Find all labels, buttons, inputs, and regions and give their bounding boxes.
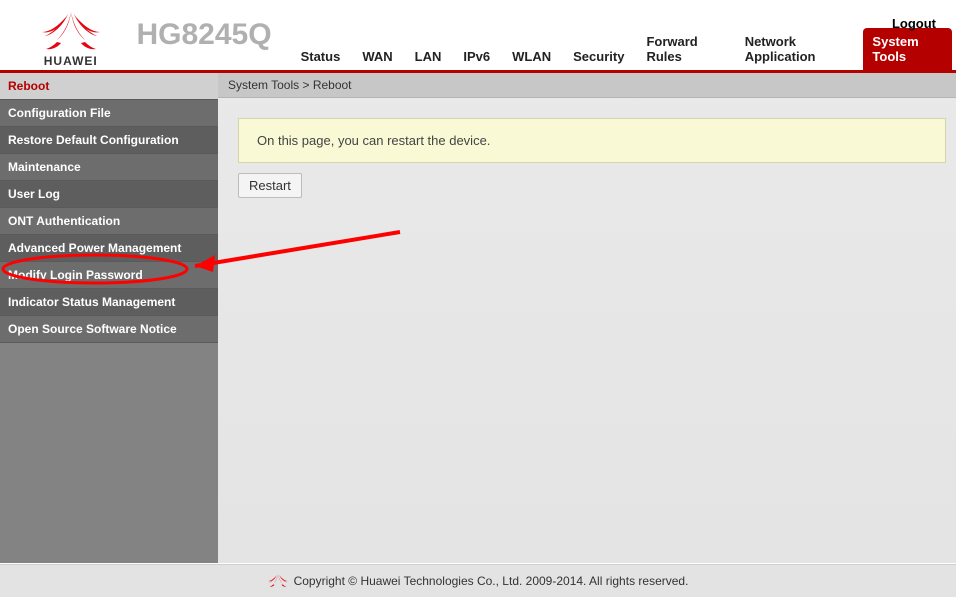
sidebar-item-oss-notice[interactable]: Open Source Software Notice bbox=[0, 316, 218, 343]
sidebar-item-restore-default[interactable]: Restore Default Configuration bbox=[0, 127, 218, 154]
tab-wlan[interactable]: WLAN bbox=[503, 43, 560, 70]
sidebar-item-indicator-status[interactable]: Indicator Status Management bbox=[0, 289, 218, 316]
model-name: HG8245Q bbox=[137, 18, 272, 52]
tab-forward-rules[interactable]: Forward Rules bbox=[637, 28, 731, 70]
brand-logo: HUAWEI bbox=[0, 12, 132, 70]
header: HUAWEI HG8245Q Status WAN LAN IPv6 WLAN … bbox=[0, 0, 956, 73]
logout-link[interactable]: Logout bbox=[892, 16, 936, 31]
sidebar-item-adv-power[interactable]: Advanced Power Management bbox=[0, 235, 218, 262]
footer-text: Copyright © Huawei Technologies Co., Ltd… bbox=[294, 574, 689, 588]
restart-button[interactable]: Restart bbox=[238, 173, 302, 198]
sidebar: Reboot Configuration File Restore Defaul… bbox=[0, 73, 218, 563]
sidebar-fill bbox=[0, 343, 218, 563]
tab-wan[interactable]: WAN bbox=[353, 43, 401, 70]
sidebar-item-reboot[interactable]: Reboot bbox=[0, 73, 218, 100]
info-panel-text: On this page, you can restart the device… bbox=[257, 133, 490, 148]
huawei-icon bbox=[42, 12, 100, 52]
tab-system-tools[interactable]: System Tools bbox=[863, 28, 952, 70]
tab-ipv6[interactable]: IPv6 bbox=[454, 43, 499, 70]
sidebar-item-ont-auth[interactable]: ONT Authentication bbox=[0, 208, 218, 235]
sidebar-item-modify-password[interactable]: Modify Login Password bbox=[0, 262, 218, 289]
sidebar-item-maintenance[interactable]: Maintenance bbox=[0, 154, 218, 181]
breadcrumb: System Tools > Reboot bbox=[218, 73, 956, 98]
tab-security[interactable]: Security bbox=[564, 43, 633, 70]
tab-status[interactable]: Status bbox=[292, 43, 350, 70]
huawei-icon bbox=[268, 573, 288, 589]
footer: Copyright © Huawei Technologies Co., Ltd… bbox=[0, 564, 956, 597]
tab-lan[interactable]: LAN bbox=[406, 43, 451, 70]
sidebar-item-configuration-file[interactable]: Configuration File bbox=[0, 100, 218, 127]
tab-network-application[interactable]: Network Application bbox=[736, 28, 860, 70]
content-area: System Tools > Reboot On this page, you … bbox=[218, 73, 956, 563]
top-nav: Status WAN LAN IPv6 WLAN Security Forwar… bbox=[292, 28, 956, 70]
sidebar-item-user-log[interactable]: User Log bbox=[0, 181, 218, 208]
brand-text: HUAWEI bbox=[44, 54, 98, 68]
info-panel: On this page, you can restart the device… bbox=[238, 118, 946, 163]
